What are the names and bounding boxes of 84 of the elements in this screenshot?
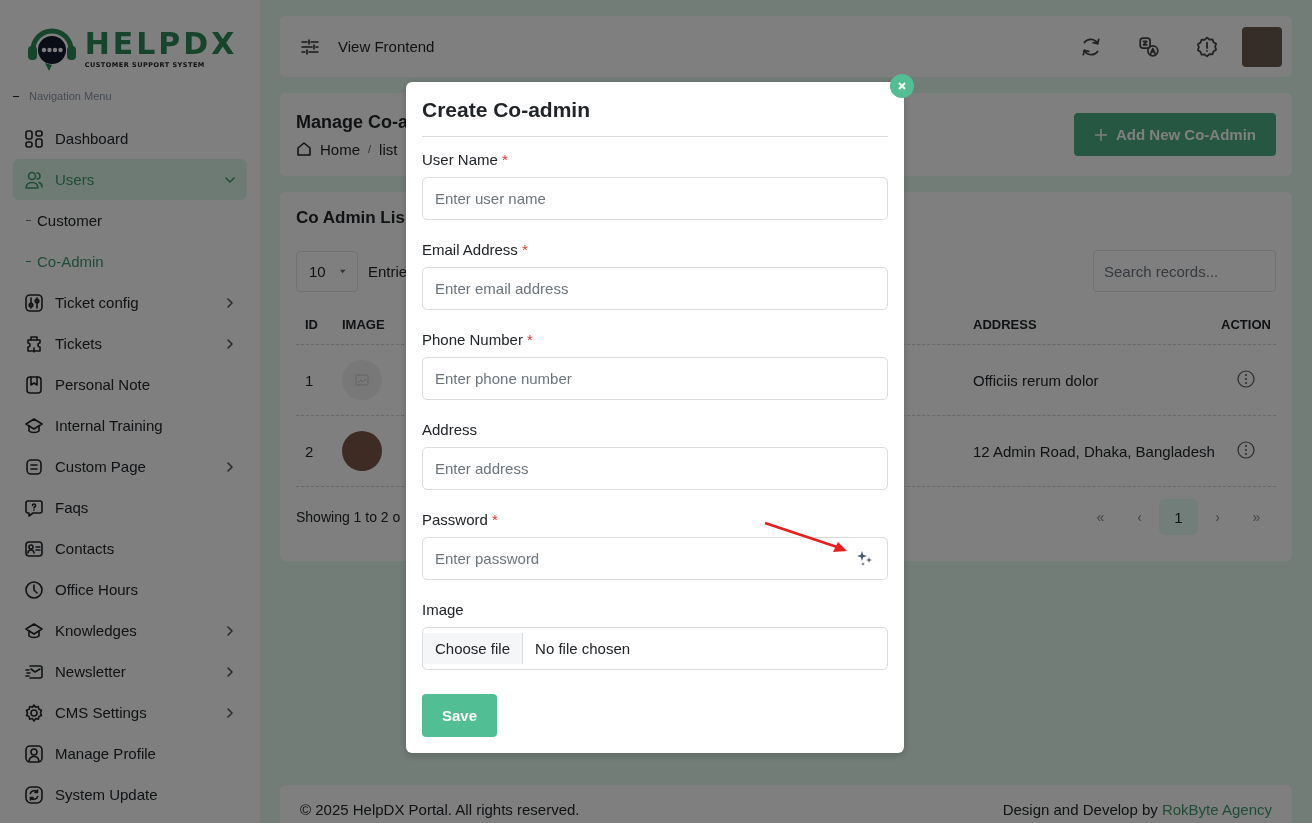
sliders-icon xyxy=(24,292,44,313)
contact-card-icon xyxy=(24,538,44,559)
clock-icon xyxy=(24,579,44,600)
more-options-icon[interactable] xyxy=(1237,369,1255,388)
input-field[interactable]: Enter address xyxy=(422,447,888,490)
refresh-icon[interactable] xyxy=(1080,35,1102,58)
file-status-text: No file chosen xyxy=(534,639,631,659)
password-field[interactable]: Enter password xyxy=(422,537,888,580)
alert-badge-icon[interactable] xyxy=(1196,35,1218,58)
column-header: IMAGE xyxy=(342,316,385,332)
sidebar-item[interactable]: CMS Settings xyxy=(13,692,247,733)
field-label: Image xyxy=(422,601,464,618)
plus-icon xyxy=(1094,127,1108,142)
settings-icon xyxy=(24,702,44,723)
copyright-text: © 2025 HelpDX Portal. All rights reserved. xyxy=(300,801,580,820)
column-header: ACTION xyxy=(1221,316,1271,332)
sidebar-item[interactable]: Knowledges xyxy=(13,610,247,651)
submenu-item[interactable]: Customer xyxy=(13,200,247,241)
field-label: Password * xyxy=(422,511,498,528)
column-header: ADDRESS xyxy=(972,316,1037,332)
page-link[interactable]: « xyxy=(1081,499,1120,535)
page-link[interactable]: ‹ xyxy=(1120,499,1159,535)
sidebar-item[interactable]: Internal Training xyxy=(13,405,247,446)
breadcrumb-separator: / xyxy=(368,143,372,155)
sidebar-item[interactable]: Dashboard xyxy=(13,118,247,159)
input-field[interactable]: Enter phone number xyxy=(422,357,888,400)
table-cell-text: 1 xyxy=(304,371,314,389)
more-options-icon[interactable] xyxy=(1237,440,1255,459)
caret-down-icon xyxy=(339,268,345,274)
breadcrumb-current: list xyxy=(379,140,398,158)
page-link[interactable]: › xyxy=(1198,499,1237,535)
entries-summary: Showing 1 to 2 o xyxy=(296,509,401,525)
page-link[interactable]: 1 xyxy=(1159,499,1198,535)
field-label: Phone Number * xyxy=(422,331,533,348)
refresh-icon xyxy=(24,784,44,805)
card-title: Co Admin Lis xyxy=(296,208,406,228)
nav-heading: Navigation Menu xyxy=(29,90,112,102)
input-field[interactable]: Enter user name xyxy=(422,177,888,220)
breadcrumb-link[interactable]: Home xyxy=(320,140,360,158)
users-icon xyxy=(24,169,44,190)
sidebar-item[interactable]: System Update xyxy=(13,774,247,815)
credit-text: Design and Develop by RokByte Agency xyxy=(1002,801,1272,820)
submenu-item[interactable]: Co-Admin xyxy=(13,241,247,282)
page-icon xyxy=(24,456,44,477)
field-label: User Name * xyxy=(422,151,508,168)
page-link[interactable]: » xyxy=(1237,499,1276,535)
translate-icon[interactable] xyxy=(1138,35,1160,58)
page-size-select[interactable]: 10 xyxy=(296,250,358,292)
agency-link[interactable]: RokByte Agency xyxy=(1161,801,1272,818)
dialog-title: Create Co-admin xyxy=(422,98,888,137)
table-cell-text: 12 Admin Road, Dhaka, Bangladesh xyxy=(972,442,1215,460)
home-icon xyxy=(296,141,312,157)
input-field[interactable]: Enter email address xyxy=(422,267,888,310)
field-label: Email Address * xyxy=(422,241,528,258)
sidebar-item[interactable]: Custom Page xyxy=(13,446,247,487)
sidebar-item[interactable]: Newsletter xyxy=(13,651,247,692)
close-icon xyxy=(897,81,907,91)
avatar-photo-placeholder[interactable] xyxy=(1242,26,1282,67)
search-field[interactable]: Search records... xyxy=(1093,250,1276,292)
sidebar-item[interactable]: Faqs xyxy=(13,487,247,528)
sidebar-item[interactable]: Tickets xyxy=(13,323,247,364)
graduation-cap-icon xyxy=(24,415,44,436)
table-cell-text: 2 xyxy=(304,442,314,460)
note-icon xyxy=(24,374,44,395)
sidebar-item[interactable]: Contacts xyxy=(13,528,247,569)
column-header: ID xyxy=(304,316,318,332)
entries-label: Entrie xyxy=(368,262,408,280)
view-frontend-link[interactable]: View Frontend xyxy=(338,38,435,55)
avatar-photo-placeholder xyxy=(342,431,382,471)
sidebar-item[interactable]: Manage Profile xyxy=(13,733,247,774)
sidebar-item[interactable]: Office Hours xyxy=(13,569,247,610)
file-field[interactable]: Choose file No file chosen xyxy=(422,627,888,670)
logo-text: HELPDX xyxy=(84,29,238,60)
graduation-cap-icon xyxy=(24,620,44,641)
user-square-icon xyxy=(24,743,44,764)
table-cell-text: Officiis rerum dolor xyxy=(972,371,1099,389)
question-bubble-icon xyxy=(24,497,44,518)
sidebar-item[interactable]: Ticket config xyxy=(13,282,247,323)
ticket-icon xyxy=(24,333,44,354)
sidebar-item[interactable]: Personal Note xyxy=(13,364,247,405)
field-label: Address xyxy=(422,421,478,438)
sliders-icon[interactable] xyxy=(300,36,320,57)
grid-icon xyxy=(24,128,44,149)
choose-file-button[interactable]: Choose file xyxy=(423,633,524,664)
